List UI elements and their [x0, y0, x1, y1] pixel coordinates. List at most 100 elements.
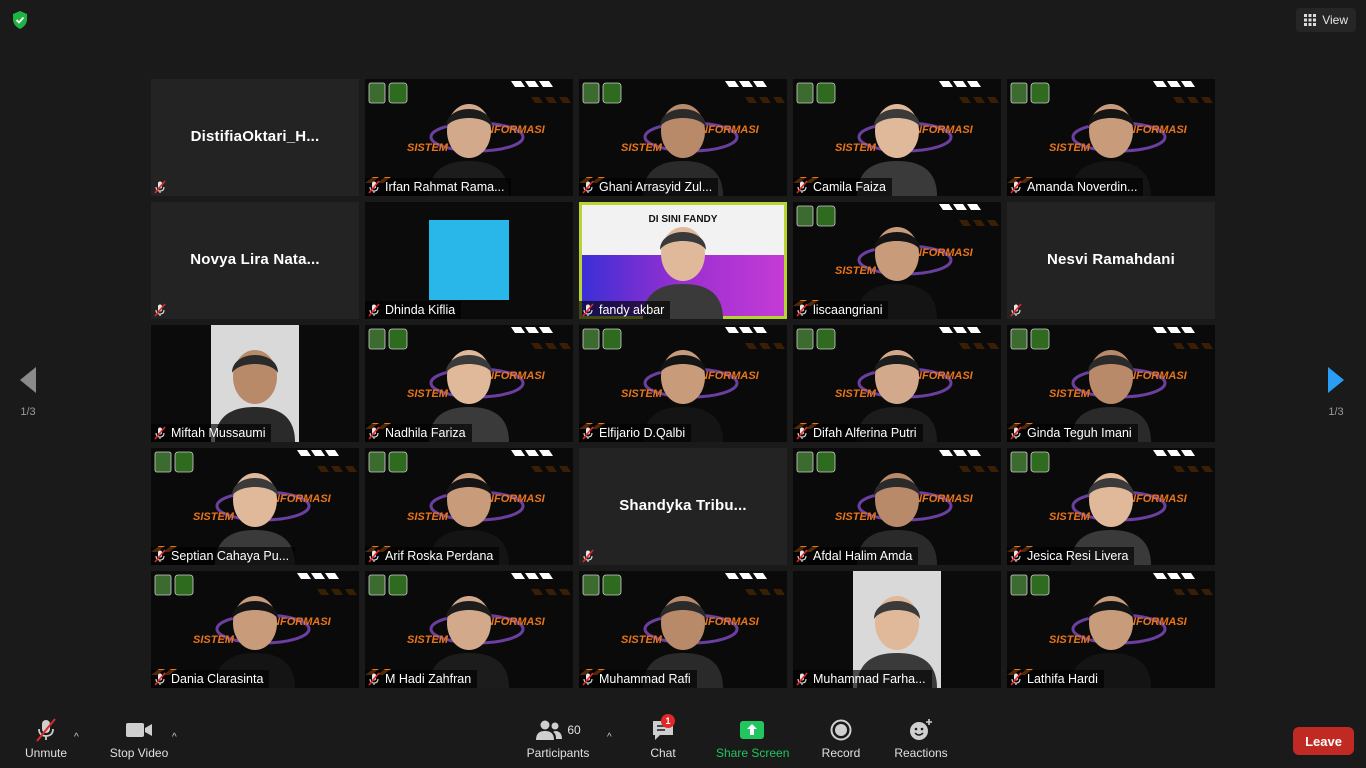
participant-tile[interactable]: SISTEM INFORMASI Elfijario D.Qalbi [579, 325, 787, 442]
participant-name-label: Jesica Resi Livera [1007, 547, 1135, 565]
microphone-muted-icon [796, 549, 808, 563]
participant-name-display: Novya Lira Nata... [190, 250, 320, 268]
participant-name: Camila Faiza [813, 180, 886, 194]
participant-name: M Hadi Zahfran [385, 672, 472, 686]
participant-name-display: Shandyka Tribu... [619, 496, 747, 514]
participant-tile[interactable]: SISTEM INFORMASI Lathifa Hardi [1007, 571, 1215, 688]
microphone-muted-icon [154, 549, 166, 563]
profile-picture [429, 220, 509, 300]
participant-tile[interactable]: SISTEM INFORMASI Irfan Rahmat Rama... [365, 79, 573, 196]
participant-name: Elfijario D.Qalbi [599, 426, 686, 440]
participants-options-chevron-icon[interactable]: ^ [607, 732, 612, 743]
participant-tile[interactable]: DistifiaOktari_H... [151, 79, 359, 196]
participant-name: Ginda Teguh Imani [1027, 426, 1132, 440]
participant-name-label: Lathifa Hardi [1007, 670, 1104, 688]
view-button-label: View [1322, 13, 1348, 27]
video-options-chevron-icon[interactable]: ^ [172, 732, 177, 743]
participant-tile[interactable]: Miftah Mussaumi [151, 325, 359, 442]
participant-tile[interactable]: SISTEM INFORMASI Muhammad Rafi [579, 571, 787, 688]
participant-name-label [579, 547, 605, 565]
page-indicator-right: 1/3 [1328, 406, 1344, 418]
participant-tile[interactable]: Shandyka Tribu... [579, 448, 787, 565]
participants-button[interactable]: 60 Participants [526, 716, 590, 760]
microphone-muted-icon [582, 549, 594, 563]
chat-button[interactable]: 1 Chat [645, 714, 681, 760]
participant-tile[interactable]: SISTEM INFORMASI Afdal Halim Amda [793, 448, 1001, 565]
audio-options-chevron-icon[interactable]: ^ [74, 732, 79, 743]
chat-label: Chat [650, 746, 676, 760]
participant-tile[interactable]: SISTEM INFORMASI liscaangriani [793, 202, 1001, 319]
previous-page-button[interactable]: 1/3 [8, 365, 48, 429]
microphone-muted-icon [154, 426, 166, 440]
share-screen-icon [740, 721, 764, 739]
participant-name-label: Septian Cahaya Pu... [151, 547, 296, 565]
participant-tile[interactable]: SISTEM INFORMASI Camila Faiza [793, 79, 1001, 196]
unmute-label: Unmute [24, 746, 68, 760]
participant-tile[interactable]: SISTEM INFORMASI Amanda Noverdin... [1007, 79, 1215, 196]
participant-name-label: Amanda Noverdin... [1007, 178, 1144, 196]
microphone-muted-icon [368, 672, 380, 686]
participant-tile[interactable]: SISTEM INFORMASI M Hadi Zahfran [365, 571, 573, 688]
participant-name: liscaangriani [813, 303, 883, 317]
video-camera-icon [126, 723, 152, 737]
participant-name: Difah Alferina Putri [813, 426, 917, 440]
participant-name-label: Dhinda Kiflia [365, 301, 462, 319]
gallery-grid: DistifiaOktari_H... SISTEM INFORMASI Irfan … [151, 79, 1215, 688]
record-icon [830, 719, 852, 741]
microphone-muted-icon [154, 180, 166, 194]
leave-button[interactable]: Leave [1293, 727, 1354, 755]
reactions-button[interactable]: Reactions [894, 716, 948, 760]
participant-tile[interactable]: SISTEM INFORMASI Jesica Resi Livera [1007, 448, 1215, 565]
participant-name-label: liscaangriani [793, 301, 889, 319]
view-button[interactable]: View [1296, 8, 1356, 32]
microphone-muted-icon [368, 549, 380, 563]
participant-tile[interactable]: SISTEM INFORMASI Septian Cahaya Pu... [151, 448, 359, 565]
microphone-muted-icon [154, 672, 166, 686]
participant-name: Nadhila Fariza [385, 426, 466, 440]
microphone-muted-icon [796, 180, 808, 194]
security-shield-icon[interactable] [10, 10, 30, 30]
participant-tile[interactable]: Nesvi Ramahdani [1007, 202, 1215, 319]
chat-unread-badge: 1 [661, 714, 675, 728]
record-label: Record [821, 746, 861, 760]
microphone-muted-icon [1010, 426, 1022, 440]
record-button[interactable]: Record [820, 716, 862, 760]
microphone-muted-icon [1010, 303, 1022, 317]
participant-name-label: Muhammad Farha... [793, 670, 932, 688]
participant-name-label: fandy akbar [579, 301, 671, 319]
participant-name-label [151, 301, 177, 319]
participant-name: Jesica Resi Livera [1027, 549, 1129, 563]
stop-video-button[interactable]: Stop Video [107, 716, 171, 760]
microphone-muted-icon [582, 426, 594, 440]
active-speaker-tile[interactable]: DI SINI FANDY fandy akbar [579, 202, 787, 319]
participant-name: Septian Cahaya Pu... [171, 549, 290, 563]
participant-tile[interactable]: SISTEM INFORMASI Ghani Arrasyid Zul... [579, 79, 787, 196]
participant-name: Afdal Halim Amda [813, 549, 913, 563]
participant-tile[interactable]: Muhammad Farha... [793, 571, 1001, 688]
meeting-toolbar: Unmute ^ Stop Video ^ 60 Participants ^ [0, 710, 1366, 768]
participant-tile[interactable]: Dhinda Kiflia [365, 202, 573, 319]
participant-name: Muhammad Farha... [813, 672, 926, 686]
reactions-label: Reactions [894, 746, 948, 760]
unmute-button[interactable]: Unmute [22, 716, 70, 760]
participant-tile[interactable]: Novya Lira Nata... [151, 202, 359, 319]
participant-tile[interactable]: SISTEM INFORMASI Difah Alferina Putri [793, 325, 1001, 442]
participant-name: Dhinda Kiflia [385, 303, 456, 317]
participant-name-label: M Hadi Zahfran [365, 670, 478, 688]
participant-tile[interactable]: SISTEM INFORMASI Nadhila Fariza [365, 325, 573, 442]
participant-name-label: Nadhila Fariza [365, 424, 472, 442]
participant-name-label: Camila Faiza [793, 178, 892, 196]
participant-tile[interactable]: SISTEM INFORMASI Ginda Teguh Imani [1007, 325, 1215, 442]
participant-tile[interactable]: SISTEM INFORMASI Dania Clarasinta [151, 571, 359, 688]
participant-name-label: Arif Roska Perdana [365, 547, 500, 565]
share-screen-label: Share Screen [716, 746, 790, 760]
participant-name: Lathifa Hardi [1027, 672, 1098, 686]
share-screen-button[interactable]: Share Screen [716, 716, 790, 760]
next-page-button[interactable]: 1/3 [1316, 365, 1356, 429]
participant-name: Irfan Rahmat Rama... [385, 180, 505, 194]
participant-tile[interactable]: SISTEM INFORMASI Arif Roska Perdana [365, 448, 573, 565]
participant-name-label [151, 178, 177, 196]
participant-name-label: Muhammad Rafi [579, 670, 697, 688]
participant-name-label: Elfijario D.Qalbi [579, 424, 692, 442]
participants-icon [536, 720, 563, 740]
